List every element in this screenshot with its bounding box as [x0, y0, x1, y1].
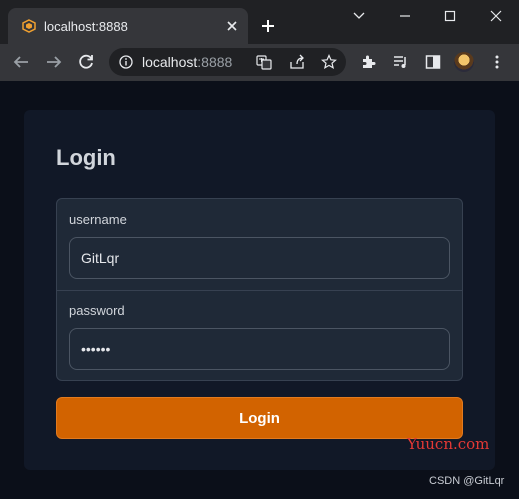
password-input[interactable]	[69, 328, 450, 370]
username-label: username	[69, 212, 127, 227]
page-content: Login username password Login Yuucn.com …	[0, 81, 519, 499]
login-card: Login username password Login	[24, 110, 495, 470]
jupyter-logo-icon	[22, 19, 36, 33]
site-info-icon[interactable]	[119, 55, 133, 69]
reload-icon[interactable]	[77, 53, 95, 71]
url-host: localhost	[142, 54, 198, 70]
extensions-icon[interactable]	[361, 54, 377, 70]
new-tab-icon[interactable]	[261, 19, 275, 33]
side-panel-icon[interactable]	[425, 54, 441, 70]
back-arrow-icon[interactable]	[12, 53, 30, 71]
tab-strip: localhost:8888	[0, 0, 519, 44]
translate-icon[interactable]	[256, 54, 272, 70]
bookmark-star-icon[interactable]	[321, 54, 337, 70]
media-control-icon[interactable]	[393, 54, 409, 70]
minimize-icon[interactable]	[398, 10, 412, 22]
forward-arrow-icon[interactable]	[45, 53, 63, 71]
more-menu-icon[interactable]	[489, 54, 505, 70]
close-tab-icon[interactable]	[226, 20, 238, 32]
share-icon[interactable]	[289, 54, 305, 70]
chevron-down-icon[interactable]	[352, 10, 366, 22]
browser-toolbar: localhost:8888	[0, 44, 519, 81]
author-watermark: CSDN @GitLqr	[429, 475, 505, 487]
site-watermark: Yuucn.com	[407, 435, 490, 453]
username-input[interactable]	[69, 237, 450, 279]
browser-tab[interactable]: localhost:8888	[8, 8, 248, 44]
login-title: Login	[56, 145, 116, 170]
address-bar[interactable]: localhost:8888	[109, 48, 346, 76]
login-form: username password	[56, 198, 463, 381]
tab-title: localhost:8888	[44, 19, 128, 34]
field-divider	[57, 290, 462, 291]
url-port: :8888	[197, 54, 233, 70]
address-url: localhost:8888	[142, 54, 232, 70]
close-window-icon[interactable]	[489, 10, 503, 22]
profile-avatar[interactable]	[454, 52, 474, 72]
maximize-icon[interactable]	[443, 10, 457, 22]
login-button[interactable]: Login	[56, 397, 463, 439]
password-label: password	[69, 303, 125, 318]
